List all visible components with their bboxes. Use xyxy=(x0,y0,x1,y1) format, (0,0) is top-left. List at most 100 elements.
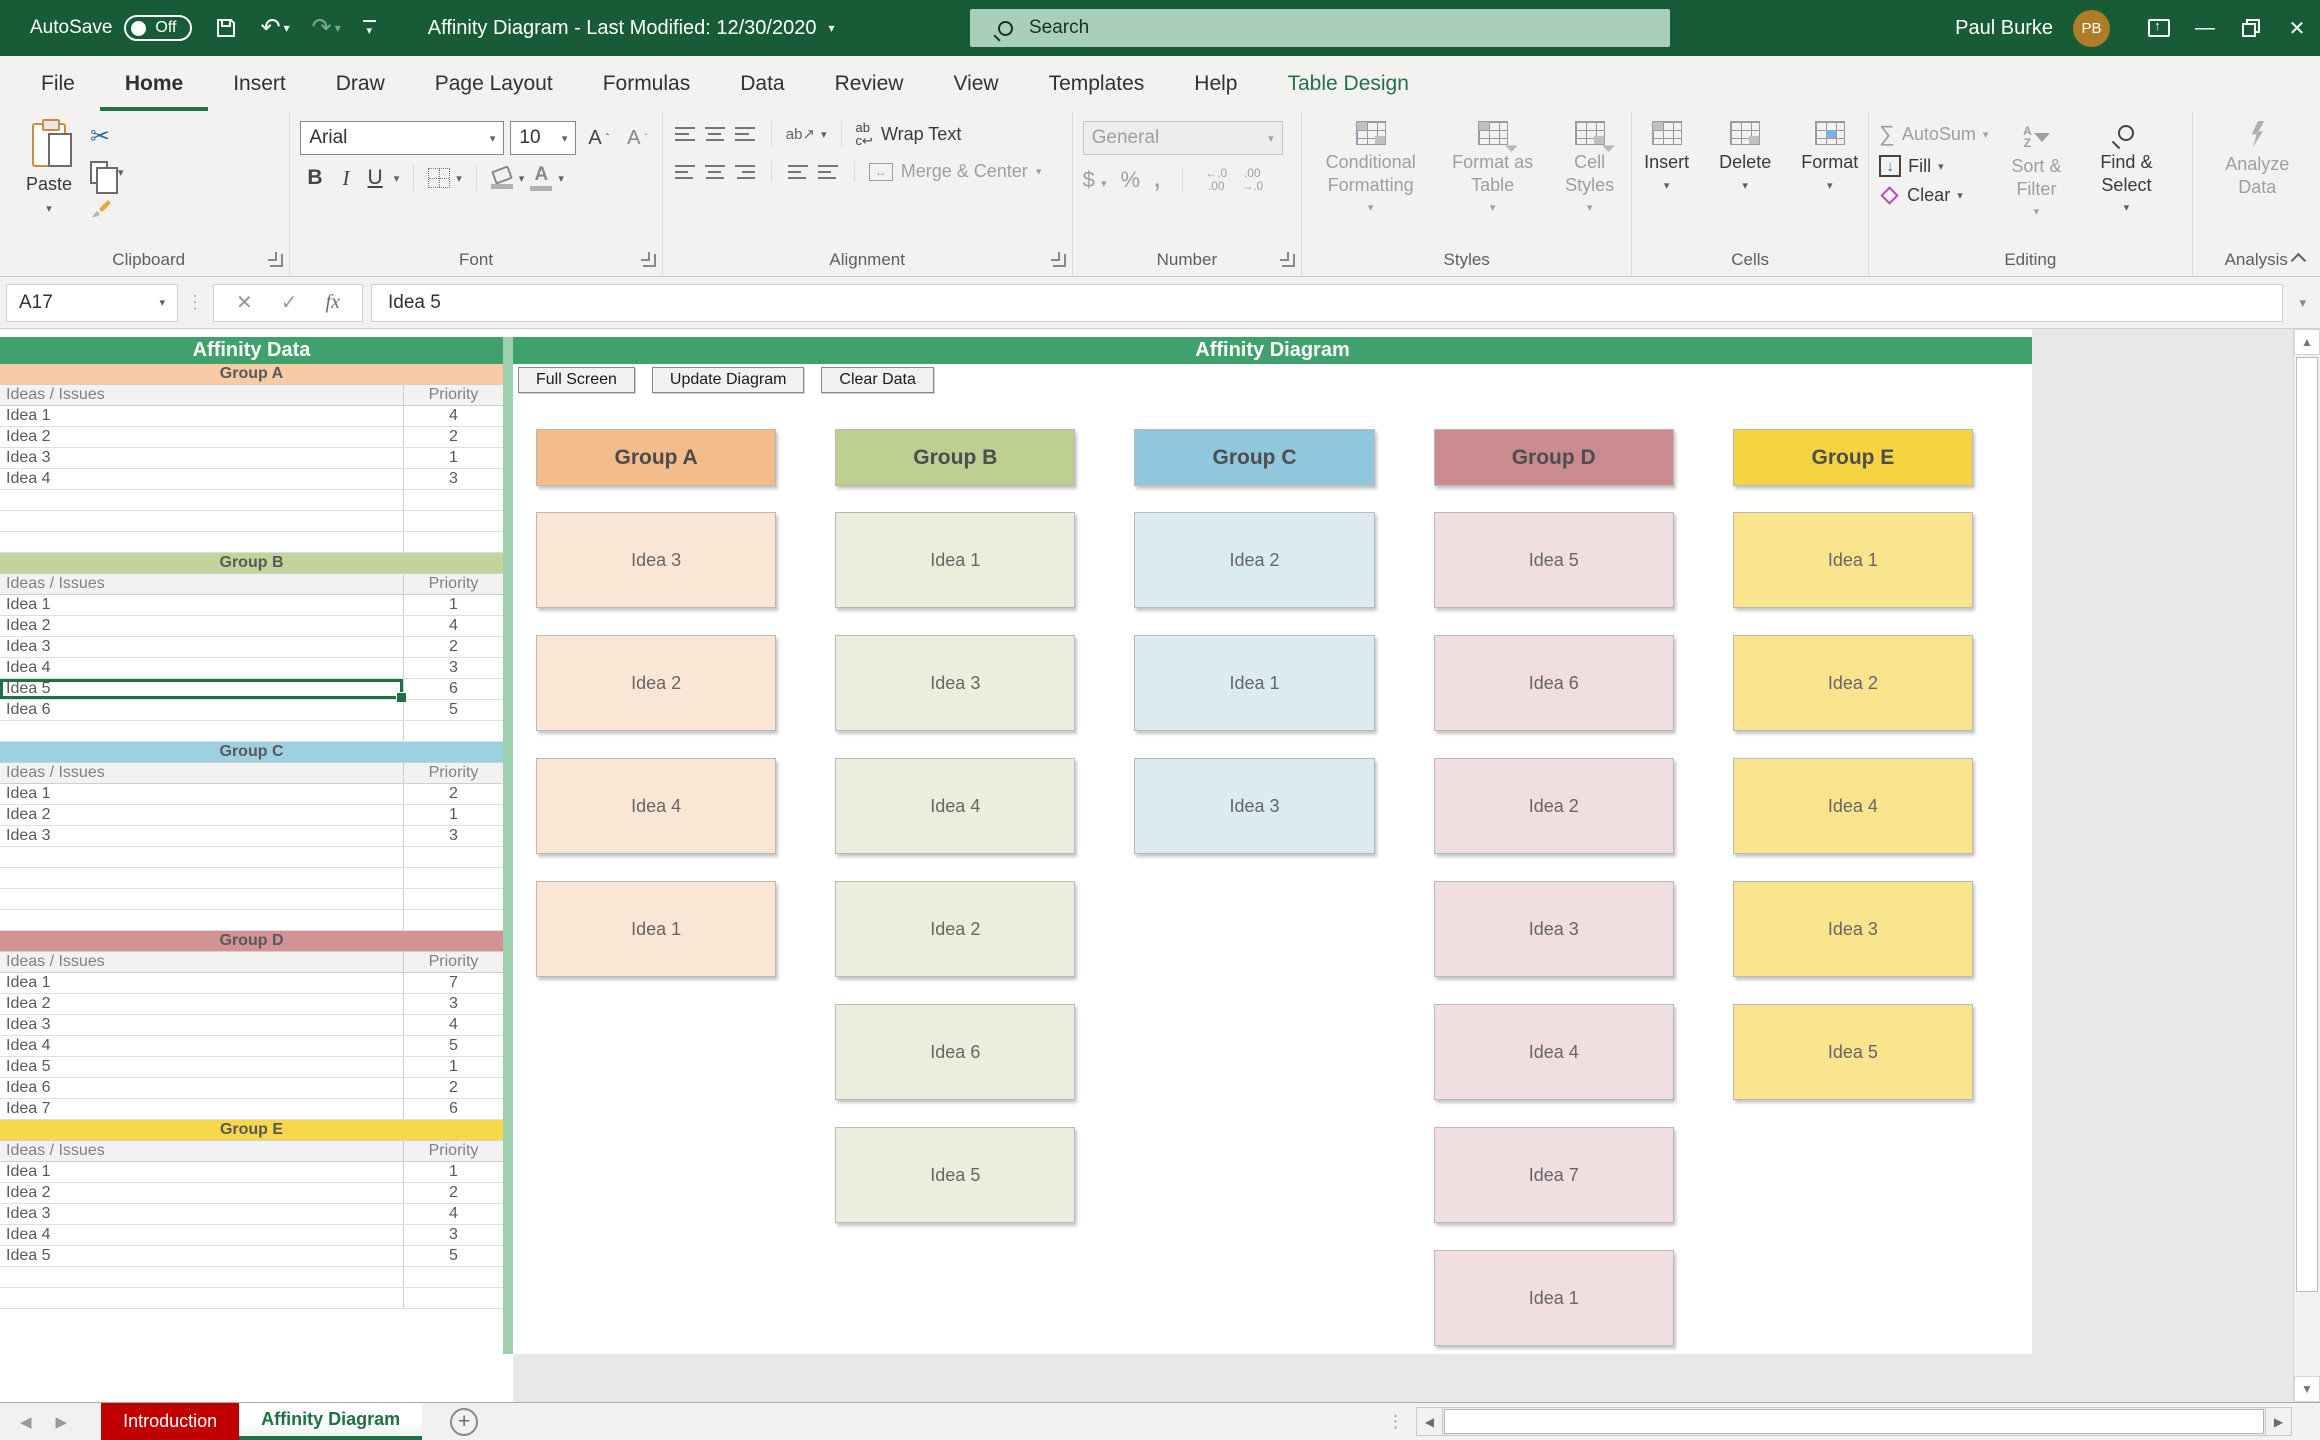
idea-card[interactable]: Idea 4 xyxy=(536,758,776,854)
sheet-tab-affinity-diagram[interactable]: Affinity Diagram xyxy=(239,1403,422,1440)
group-header-card-group-d[interactable]: Group D xyxy=(1434,429,1674,486)
clear-data-button[interactable]: Clear Data xyxy=(821,367,933,393)
priority-cell[interactable]: 5 xyxy=(403,700,503,720)
customize-toolbar-icon[interactable]: ▾ xyxy=(363,20,376,37)
ribbon-tab-view[interactable]: View xyxy=(928,56,1023,111)
empty-priority-cell[interactable] xyxy=(403,511,503,531)
format-painter-icon[interactable] xyxy=(90,193,124,223)
empty-priority-cell[interactable] xyxy=(403,847,503,867)
idea-card[interactable]: Idea 1 xyxy=(1134,635,1374,731)
empty-idea-cell[interactable] xyxy=(0,847,403,867)
priority-cell[interactable]: 3 xyxy=(403,658,503,678)
idea-cell[interactable]: Idea 6 xyxy=(0,700,403,720)
idea-cell[interactable]: Idea 2 xyxy=(0,994,403,1014)
priority-cell[interactable]: 1 xyxy=(403,448,503,468)
idea-card[interactable]: Idea 3 xyxy=(536,512,776,608)
vertical-scroll-thumb[interactable] xyxy=(2296,357,2318,1292)
new-sheet-button[interactable]: + xyxy=(450,1408,478,1436)
wrap-text-button[interactable]: abc↩ Wrap Text xyxy=(856,121,962,147)
align-top-icon[interactable] xyxy=(673,125,697,143)
sheet-tab-introduction[interactable]: Introduction xyxy=(101,1403,239,1440)
copy-icon[interactable] xyxy=(90,161,108,184)
empty-idea-cell[interactable] xyxy=(0,910,403,930)
priority-cell[interactable]: 5 xyxy=(403,1246,503,1266)
idea-cell[interactable]: Idea 1 xyxy=(0,1162,403,1182)
priority-cell[interactable]: 2 xyxy=(403,637,503,657)
empty-priority-cell[interactable] xyxy=(403,490,503,510)
priority-cell[interactable]: 5 xyxy=(403,1036,503,1056)
find-select-button[interactable]: Find & Select ▾ xyxy=(2084,121,2168,216)
priority-cell[interactable]: 3 xyxy=(403,469,503,489)
data-group-header-group-e[interactable]: Group E xyxy=(0,1120,503,1141)
increase-indent-icon[interactable] xyxy=(816,163,840,181)
priority-cell[interactable]: 2 xyxy=(403,1078,503,1098)
minimize-button[interactable]: ― xyxy=(2182,0,2228,56)
name-box[interactable]: A17 ▾ xyxy=(6,284,178,322)
idea-card[interactable]: Idea 5 xyxy=(1733,1004,1973,1100)
align-right-icon[interactable] xyxy=(733,163,757,181)
idea-card[interactable]: Idea 2 xyxy=(1134,512,1374,608)
idea-card[interactable]: Idea 1 xyxy=(1733,512,1973,608)
fill-color-icon[interactable] xyxy=(491,168,513,189)
formula-input[interactable]: Idea 5 xyxy=(371,284,2284,322)
priority-cell[interactable]: 6 xyxy=(403,679,503,699)
priority-cell[interactable]: 3 xyxy=(403,826,503,846)
idea-cell[interactable]: Idea 3 xyxy=(0,826,403,846)
empty-idea-cell[interactable] xyxy=(0,868,403,888)
idea-card[interactable]: Idea 2 xyxy=(835,881,1075,977)
idea-card[interactable]: Idea 6 xyxy=(835,1004,1075,1100)
font-name-combo[interactable]: Arial▾ xyxy=(300,121,504,155)
empty-idea-cell[interactable] xyxy=(0,1267,403,1287)
borders-icon[interactable] xyxy=(428,168,450,188)
autosave-toggle[interactable]: AutoSave Off xyxy=(30,15,192,41)
bold-button[interactable]: B xyxy=(300,166,329,190)
empty-priority-cell[interactable] xyxy=(403,721,503,741)
horizontal-scrollbar[interactable]: ⋮ ◀ ▶ xyxy=(1387,1407,2292,1436)
idea-cell[interactable]: Idea 5 xyxy=(0,1057,403,1077)
idea-card[interactable]: Idea 4 xyxy=(1434,1004,1674,1100)
priority-cell[interactable]: 6 xyxy=(403,1099,503,1119)
data-group-header-group-a[interactable]: Group A xyxy=(0,364,503,385)
confirm-entry-icon[interactable]: ✓ xyxy=(281,290,298,315)
priority-cell[interactable]: 7 xyxy=(403,973,503,993)
delete-cells-button[interactable]: Delete ▾ xyxy=(1709,121,1781,193)
priority-cell[interactable]: 3 xyxy=(403,994,503,1014)
update-diagram-button[interactable]: Update Diagram xyxy=(652,367,805,393)
close-button[interactable]: ✕ xyxy=(2274,0,2320,56)
autosave-pill[interactable]: Off xyxy=(124,15,192,41)
idea-card[interactable]: Idea 3 xyxy=(1434,881,1674,977)
search-input[interactable]: Search xyxy=(970,9,1670,47)
idea-card[interactable]: Idea 4 xyxy=(835,758,1075,854)
idea-cell[interactable]: Idea 1 xyxy=(0,973,403,993)
font-size-combo[interactable]: 10▾ xyxy=(510,121,576,155)
horizontal-scroll-track[interactable] xyxy=(1443,1407,2265,1436)
font-color-icon[interactable]: A xyxy=(530,165,552,191)
save-icon[interactable] xyxy=(214,16,238,40)
idea-cell[interactable]: Idea 4 xyxy=(0,1225,403,1245)
empty-priority-cell[interactable] xyxy=(403,868,503,888)
priority-cell[interactable]: 2 xyxy=(403,784,503,804)
increase-font-icon[interactable]: Aˆ xyxy=(582,124,615,153)
cancel-entry-icon[interactable]: ✕ xyxy=(236,290,253,315)
idea-card[interactable]: Idea 5 xyxy=(1434,512,1674,608)
avatar[interactable]: PB xyxy=(2073,10,2110,47)
idea-cell[interactable]: Idea 1 xyxy=(0,784,403,804)
priority-cell[interactable]: 4 xyxy=(403,1204,503,1224)
font-dialog-launcher-icon[interactable] xyxy=(643,254,656,267)
idea-cell[interactable]: Idea 2 xyxy=(0,1183,403,1203)
italic-button[interactable]: I xyxy=(336,166,357,191)
idea-cell[interactable]: Idea 5 xyxy=(0,679,403,699)
priority-cell[interactable]: 2 xyxy=(403,1183,503,1203)
idea-cell[interactable]: Idea 3 xyxy=(0,637,403,657)
idea-cell[interactable]: Idea 4 xyxy=(0,469,403,489)
priority-cell[interactable]: 1 xyxy=(403,595,503,615)
empty-priority-cell[interactable] xyxy=(403,910,503,930)
idea-card[interactable]: Idea 7 xyxy=(1434,1127,1674,1223)
decrease-indent-icon[interactable] xyxy=(786,163,810,181)
prev-sheet-icon[interactable]: ◀ xyxy=(20,1413,32,1431)
idea-cell[interactable]: Idea 3 xyxy=(0,448,403,468)
idea-card[interactable]: Idea 1 xyxy=(835,512,1075,608)
restore-button[interactable] xyxy=(2228,0,2274,56)
ribbon-tab-templates[interactable]: Templates xyxy=(1024,56,1170,111)
ribbon-tab-formulas[interactable]: Formulas xyxy=(578,56,716,111)
